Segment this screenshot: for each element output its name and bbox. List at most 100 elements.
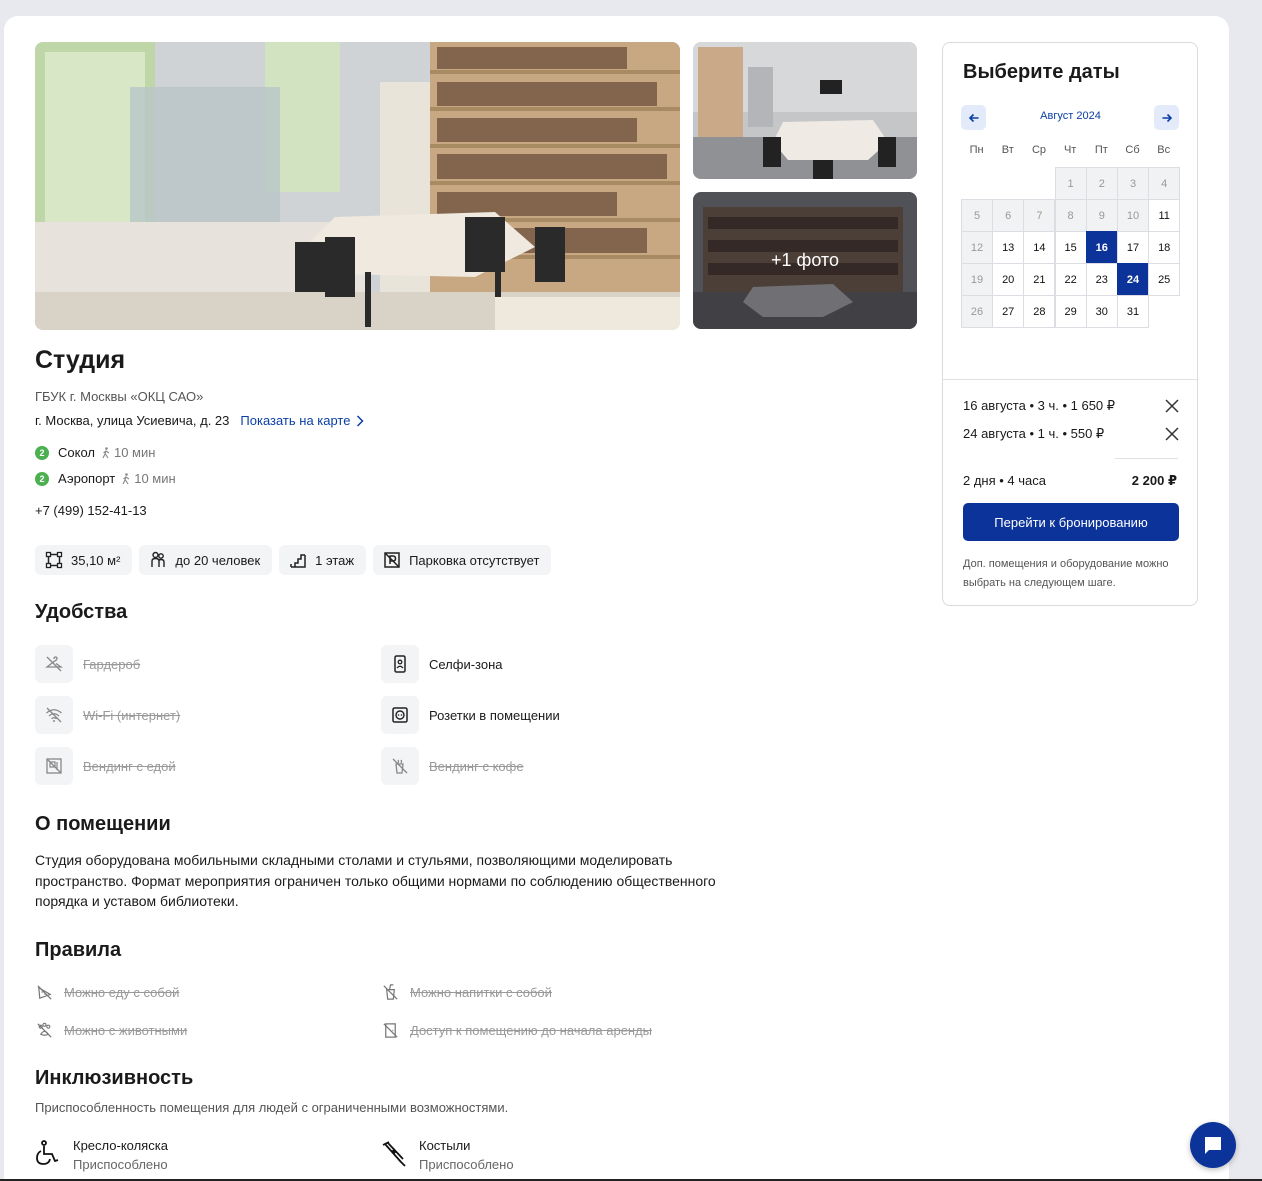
remove-booking-icon[interactable] [1165,399,1179,413]
rule-label: Доступ к помещению до начала аренды [410,1023,653,1038]
calendar-day[interactable]: 13 [992,231,1025,264]
weekday-label: Вс [1157,144,1171,156]
no-pets-icon [37,1022,52,1038]
amenity-label: Wi-Fi (интернет) [83,707,181,723]
next-month-button[interactable] [1154,105,1179,130]
inclusivity-label: Кресло-коляска [73,1138,168,1153]
calendar-day[interactable]: 28 [1023,295,1056,328]
about-text: Студия оборудована мобильными складными … [35,852,716,909]
hanger-off-icon [45,656,64,672]
rule-label: Можно еду с собой [64,985,180,1000]
calendar-day[interactable]: 18 [1148,231,1181,264]
metro-station-name: Сокол [58,445,95,460]
area-icon [45,551,63,569]
walk-time-value: 10 мин [113,445,156,460]
amenity-item: Wi-Fi (интернет) [35,696,180,734]
total-label: 2 дня • 4 часа [963,473,1046,488]
rule-item: Можно напитки с собой [381,983,552,1002]
amenity-label: Гардероб [83,656,141,672]
calendar-day[interactable]: 23 [1085,263,1118,296]
calendar-day: 4 [1148,167,1181,200]
chip-area-label: 35,10 м² [71,552,121,568]
calendar-day[interactable]: 12 [961,231,993,264]
inclusivity-status: Приспособлено [73,1157,168,1172]
prev-month-button[interactable] [961,105,986,130]
calendar-day[interactable]: 27 [992,295,1025,328]
walk-time-value: 10 мин [134,471,176,486]
venue-title: Студия [35,346,126,374]
chat-button[interactable] [1190,1122,1236,1168]
calendar-day[interactable]: 14 [1023,231,1056,264]
wheelchair-icon [36,1140,59,1165]
calendar-day: 9 [1085,199,1118,232]
amenity-label: Розетки в помещении [429,707,560,723]
main-photo[interactable] [35,42,680,330]
calendar-day[interactable]: 15 [1054,231,1087,264]
calendar-day[interactable]: 17 [1117,231,1149,264]
rule-label: Можно с животными [64,1023,188,1038]
calendar-day[interactable]: 29 [1054,295,1087,328]
calendar-day: 1 [1054,167,1087,200]
feature-chips: 35,10 м² до 20 человек 1 этаж Парковка о… [35,545,552,575]
walk-time: 10 мин [121,471,176,486]
calendar-day: 10 [1117,199,1149,232]
weekday-label: Сб [1125,144,1140,156]
calendar-day[interactable]: 20 [992,263,1025,296]
inclusivity-heading: Инклюзивность [35,1067,194,1089]
inclusivity-status: Приспособлено [419,1157,514,1172]
venue-address: г. Москва, улица Усиевича, д. 23 [35,413,230,428]
show-on-map-link[interactable]: Показать на карте [240,413,365,428]
calendar-day[interactable]: 11 [1148,199,1181,232]
crutches-icon [382,1141,406,1167]
calendar-day[interactable]: 21 [1023,263,1056,296]
calendar-day[interactable]: 19 [961,263,993,296]
chip-capacity: до 20 человек [139,545,273,575]
rule-item: Можно с животными [35,1021,187,1040]
booking-note: Доп. помещения и оборудование можно выбр… [963,558,1169,589]
no-drinks-icon [383,984,398,1000]
booking-panel: Выберите даты Август 2024 Пн Вт Ср Чт Пт… [942,42,1198,606]
no-parking-icon [384,552,400,568]
amenity-icon-box [35,696,73,734]
remove-booking-icon[interactable] [1165,427,1179,441]
amenity-label: Вендинг с едой [83,758,176,774]
walking-icon [122,472,130,484]
amenity-icon-box [381,645,419,683]
weekday-label: Ср [1031,144,1046,156]
amenity-label: Селфи-зона [429,656,503,672]
calendar-day[interactable]: 25 [1148,263,1181,296]
calendar-day[interactable]: 31 [1117,295,1149,328]
arrow-left-icon [968,113,978,122]
weekday-label: Чт [1063,144,1077,156]
chevron-right-icon [357,414,365,427]
chip-capacity-label: до 20 человек [175,552,261,568]
calendar-day[interactable]: 22 [1054,263,1087,296]
chip-floor: 1 этаж [279,545,367,575]
arrow-right-icon [1162,113,1172,122]
calendar-day[interactable]: 16 [1085,231,1118,264]
chip-parking: Парковка отсутствует [373,545,552,575]
walking-icon [102,446,110,458]
weekday-label: Вт [1001,144,1014,156]
amenity-icon-box [381,747,419,785]
calendar-day: 6 [992,199,1025,232]
booking-entry: 24 августа • 1 ч. • 550 ₽ [963,426,1105,441]
calendar-day: 3 [1117,167,1149,200]
more-photos-label[interactable]: +1 фото [693,192,917,329]
photo-2[interactable] [693,42,917,179]
weekday-label: Пн [969,144,984,156]
amenity-icon-box [381,696,419,734]
calendar-day[interactable]: 30 [1085,295,1118,328]
inclusivity-item: Кресло-коляска Приспособлено [35,1138,168,1172]
weekday-header: Пн Вт Ср Чт Пт Сб Вс [961,144,1179,156]
show-on-map-label: Показать на карте [240,413,351,428]
proceed-to-booking-button[interactable]: Перейти к бронированию [963,503,1179,541]
calendar-day[interactable]: 26 [961,295,993,328]
chat-icon [1205,1137,1221,1154]
calendar-day[interactable]: 24 [1117,263,1149,296]
amenity-item: Розетки в помещении [381,696,560,734]
venue-phone[interactable]: +7 (499) 152-41-13 [35,503,147,518]
photo-3[interactable]: +1 фото [693,192,917,329]
people-icon [151,551,166,567]
venue-organization: ГБУК г. Москвы «ОКЦ САО» [35,389,204,404]
